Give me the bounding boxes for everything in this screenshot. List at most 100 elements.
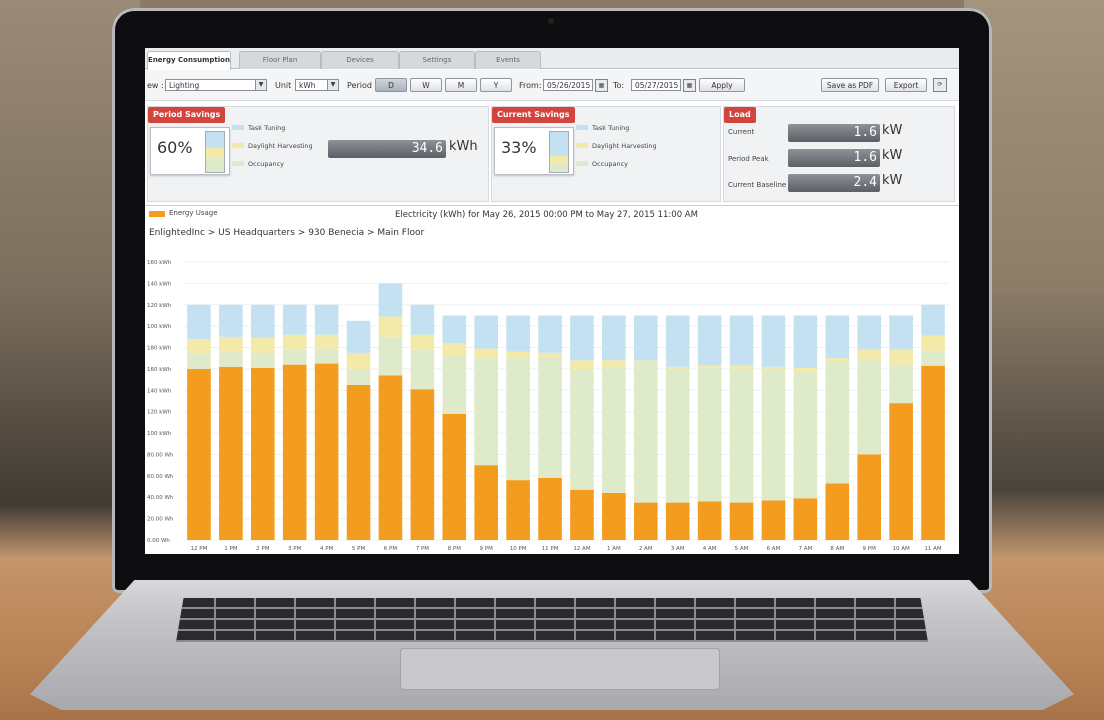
period-day-button[interactable]: D <box>375 78 407 92</box>
mini-bar-task <box>206 132 224 148</box>
x-tick-label: 4 PM <box>320 546 334 552</box>
bar-occupancy <box>506 357 530 481</box>
x-tick-label: 9 PM <box>480 546 494 552</box>
location-breadcrumb[interactable]: EnlightedInc > US Headquarters > 930 Ben… <box>149 228 424 238</box>
x-tick-label: 3 AM <box>671 546 685 552</box>
bar-occupancy <box>250 352 275 368</box>
bar-occupancy <box>889 364 913 404</box>
x-tick-label: 6 AM <box>767 546 781 552</box>
bar-daylight-harvesting <box>378 316 403 337</box>
x-tick-label: 10 PM <box>510 546 527 552</box>
period-savings-mini-bar <box>205 131 225 173</box>
from-date-input[interactable]: 05/26/2015 <box>543 79 593 91</box>
x-tick-label: 7 AM <box>798 546 812 552</box>
x-tick-label: 7 PM <box>416 546 430 552</box>
toolbar: ew : Lighting ▼ Unit kWh ▼ Period D W M … <box>145 70 959 101</box>
bar-energy-usage <box>633 502 658 540</box>
bar-occupancy <box>602 366 626 493</box>
bar-energy-usage <box>602 492 626 540</box>
bar-occupancy <box>538 357 562 478</box>
x-tick-label: 3 PM <box>288 546 302 552</box>
bar-task-tuning <box>442 315 467 344</box>
period-label: Period <box>347 81 372 90</box>
bar-daylight-harvesting <box>282 334 307 350</box>
energy-usage-legend-label: Energy Usage <box>169 209 218 217</box>
bar-energy-usage <box>825 483 850 540</box>
y-tick-label: 100 kWh <box>147 431 172 437</box>
unit-label: Unit <box>275 81 292 90</box>
mini-bar-task <box>550 132 568 156</box>
export-button[interactable]: Export <box>885 78 927 92</box>
bar-occupancy <box>219 351 243 367</box>
tab-bar: Energy Consumption Floor Plan Devices Se… <box>145 48 959 70</box>
load-title: Load <box>724 107 756 123</box>
chevron-down-icon: ▼ <box>255 80 266 90</box>
bar-task-tuning <box>538 315 562 353</box>
bar-task-tuning <box>282 304 307 335</box>
mini-bar-daylight <box>206 148 224 158</box>
legend-occupancy-label: Occupancy <box>592 160 629 168</box>
y-tick-label: 140 kWh <box>147 388 172 394</box>
legend-task-label: Task Tuning <box>592 124 630 132</box>
apply-button[interactable]: Apply <box>699 78 745 92</box>
calendar-icon[interactable]: ▦ <box>595 79 608 92</box>
mini-bar-daylight <box>550 156 568 164</box>
app-screen: Energy Consumption Floor Plan Devices Se… <box>145 48 959 554</box>
current-savings-mini-bar <box>549 131 569 173</box>
x-tick-label: 9 PM <box>863 546 877 552</box>
y-tick-label: 100 kWh <box>147 324 172 330</box>
bar-energy-usage <box>474 465 499 540</box>
unit-select[interactable]: kWh ▼ <box>295 79 339 91</box>
tab-devices[interactable]: Devices <box>321 51 399 69</box>
bar-occupancy <box>729 368 754 503</box>
period-month-button[interactable]: M <box>445 78 477 92</box>
y-tick-label: 160 kWh <box>147 367 172 373</box>
legend-daylight-swatch <box>576 143 588 148</box>
bar-occupancy <box>793 372 818 499</box>
period-year-button[interactable]: Y <box>480 78 512 92</box>
bar-task-tuning <box>889 315 913 350</box>
legend-daylight-swatch <box>232 143 244 148</box>
bar-daylight-harvesting <box>889 349 913 365</box>
bar-occupancy <box>570 369 594 490</box>
bar-energy-usage <box>219 366 243 540</box>
save-as-pdf-button[interactable]: Save as PDF <box>821 78 879 92</box>
calendar-icon[interactable]: ▦ <box>683 79 696 92</box>
period-week-button[interactable]: W <box>410 78 442 92</box>
to-label: To: <box>613 81 625 90</box>
y-tick-label: 20.00 Wh <box>147 517 174 523</box>
x-tick-label: 12 AM <box>573 546 591 552</box>
bar-occupancy <box>474 357 499 466</box>
legend-task-swatch <box>232 125 244 130</box>
tab-floor-plan[interactable]: Floor Plan <box>239 51 321 69</box>
bar-task-tuning <box>314 304 339 335</box>
load-baseline-unit: kW <box>882 173 903 188</box>
period-savings-gauge: 60% <box>150 127 230 175</box>
refresh-icon[interactable]: ⟳ <box>933 78 947 92</box>
bar-occupancy <box>378 336 403 376</box>
load-peak-unit: kW <box>882 148 903 163</box>
bar-occupancy <box>314 348 339 364</box>
view-label: ew : <box>147 81 164 90</box>
bar-task-tuning <box>602 315 626 361</box>
x-tick-label: 5 AM <box>735 546 749 552</box>
x-tick-label: 2 PM <box>256 546 270 552</box>
bar-occupancy <box>410 349 435 390</box>
x-tick-label: 1 AM <box>607 546 621 552</box>
from-label: From: <box>519 81 542 90</box>
bar-daylight-harvesting <box>442 343 467 356</box>
current-savings-gauge: 33% <box>494 127 574 175</box>
bar-daylight-harvesting <box>506 351 530 358</box>
to-date-input[interactable]: 05/27/2015 <box>631 79 681 91</box>
bar-energy-usage <box>793 498 818 540</box>
bar-task-tuning <box>187 304 211 339</box>
tab-energy-consumption[interactable]: Energy Consumption <box>147 51 231 70</box>
x-tick-label: 6 PM <box>384 546 398 552</box>
view-select[interactable]: Lighting ▼ <box>165 79 267 91</box>
load-baseline-value: 2.4 <box>788 174 880 192</box>
bar-daylight-harvesting <box>761 366 786 369</box>
bar-task-tuning <box>410 304 435 335</box>
tab-settings[interactable]: Settings <box>399 51 475 69</box>
y-tick-label: 80.00 Wh <box>147 452 174 458</box>
tab-events[interactable]: Events <box>475 51 541 69</box>
